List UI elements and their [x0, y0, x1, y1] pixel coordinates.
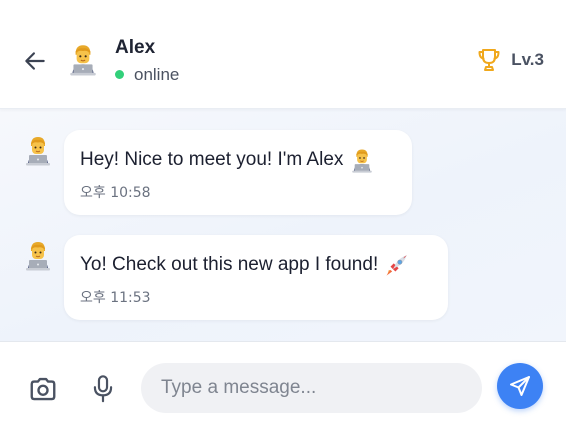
contact-name: Alex: [115, 37, 156, 58]
send-button[interactable]: [497, 363, 543, 409]
back-arrow-icon: [25, 52, 45, 70]
message-text: Hey! Nice to meet you! I'm Alex: [80, 149, 344, 170]
chat-screen: Alex online Lv.3 Hey! Nice to meet you! …: [0, 0, 566, 435]
message-list[interactable]: Hey! Nice to meet you! I'm Alex 오후 10:58…: [0, 108, 566, 341]
contact-status: online: [134, 65, 180, 84]
message-composer: [0, 341, 566, 435]
back-button[interactable]: [20, 46, 50, 76]
message-input[interactable]: [141, 363, 482, 413]
camera-button[interactable]: [28, 375, 58, 403]
contact-avatar[interactable]: [66, 42, 100, 76]
message-text: Yo! Check out this new app I found!: [80, 254, 379, 275]
sender-avatar[interactable]: [22, 134, 54, 166]
message-bubble[interactable]: Yo! Check out this new app I found! 오후 1…: [64, 235, 448, 320]
message-time: 오후 11:53: [80, 290, 151, 306]
message-text-wrap: Yo! Check out this new app I found!: [80, 252, 434, 278]
online-status-dot: [115, 70, 124, 79]
message-bubble[interactable]: Hey! Nice to meet you! I'm Alex 오후 10:58: [64, 130, 412, 215]
level-label: Lv.3: [511, 50, 544, 69]
camera-icon: [30, 377, 56, 401]
rocket-emoji-icon: [384, 252, 410, 278]
trophy-icon: [478, 49, 500, 71]
technologist-emoji-icon: [349, 147, 375, 173]
message-time: 오후 10:58: [80, 185, 151, 201]
message-text-wrap: Hey! Nice to meet you! I'm Alex: [80, 147, 398, 173]
chat-header: Alex online Lv.3: [0, 0, 566, 109]
microphone-button[interactable]: [90, 374, 116, 404]
send-icon: [510, 376, 530, 396]
level-badge[interactable]: Lv.3: [477, 46, 544, 74]
microphone-icon: [93, 375, 113, 403]
sender-avatar[interactable]: [22, 239, 54, 271]
